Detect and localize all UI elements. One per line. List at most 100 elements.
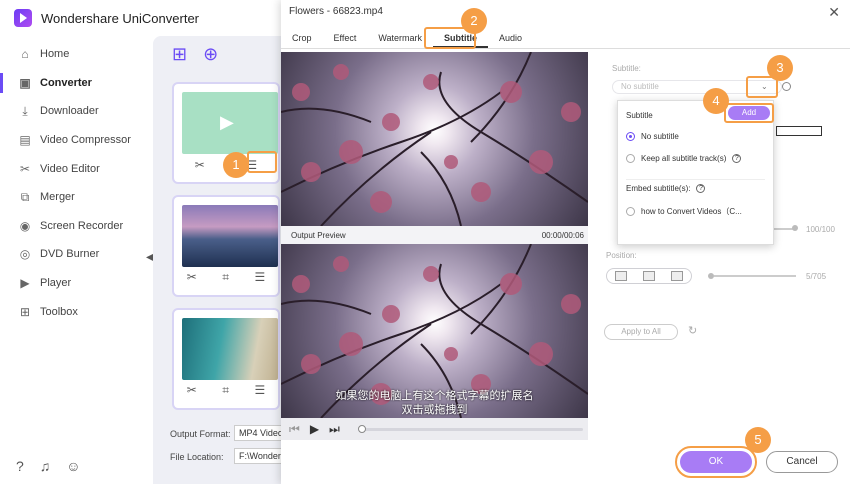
output-format-select[interactable]: MP4 Video [234, 425, 284, 441]
popup-divider [626, 179, 765, 180]
position-slider[interactable] [714, 275, 796, 277]
cherry-blossom-image [281, 52, 588, 226]
radio-icon [626, 154, 635, 163]
recorder-icon: ◉ [19, 218, 31, 233]
sidebar-item-label: Toolbox [40, 305, 78, 318]
option-label: No subtitle [641, 132, 679, 141]
output-preview-label: Output Preview [291, 230, 346, 240]
search-subtitle-icon[interactable] [782, 82, 791, 91]
tab-audio[interactable]: Audio [488, 28, 533, 48]
seek-bar[interactable] [358, 425, 583, 433]
sidebar-item-label: Video Compressor [40, 134, 131, 147]
subtitle-overlay-line1: 如果您的电脑上有这个格式字幕的扩展名 [335, 390, 534, 402]
embed-label: Embed subtitle(s): [626, 184, 691, 193]
sidebar-item-toolbox[interactable]: ⊞ Toolbox [0, 297, 152, 326]
dvd-icon: ◎ [19, 247, 31, 262]
file-location-label: File Location: [170, 452, 224, 462]
video-thumbnail: ▶ [182, 92, 278, 154]
effects-menu-icon[interactable]: ☰ [255, 383, 266, 398]
position-value: 5/705 [806, 272, 827, 281]
refresh-icon[interactable]: ↻ [688, 324, 697, 337]
video-thumbnail [182, 318, 278, 380]
popup-header: Subtitle [626, 111, 653, 120]
step-callout-4: 4 [703, 88, 729, 114]
playback-controls: ⏮ ▶ ⏭ [281, 418, 588, 440]
embed-subtitles-heading: Embed subtitle(s): ? [626, 184, 706, 193]
card-actions: ✂ ⌗ ☰ [174, 270, 278, 285]
opacity-slider-handle[interactable] [792, 225, 798, 231]
downloader-icon: ⤓ [22, 103, 28, 118]
app-titlebar: Wondershare UniConverter [0, 0, 290, 36]
option-subtitle-file[interactable]: how to Convert Videos（C... [626, 206, 742, 217]
tab-crop[interactable]: Crop [281, 28, 323, 48]
effects-menu-icon[interactable]: ☰ [255, 270, 266, 285]
sidebar-item-home[interactable]: ⌂ Home [0, 40, 152, 69]
converter-icon: ▣ [19, 75, 31, 90]
sidebar-item-video-compressor[interactable]: ▤ Video Compressor [0, 126, 152, 155]
app-title: Wondershare UniConverter [41, 10, 199, 26]
file-card[interactable]: ✂ ⌗ ☰ [172, 195, 280, 297]
merger-icon: ⧉ [20, 189, 30, 204]
option-no-subtitle[interactable]: No subtitle [626, 132, 679, 141]
sidebar-item-video-editor[interactable]: ✂ Video Editor [0, 154, 152, 183]
subtitle-overlay-line2: 双击或拖拽到 [401, 404, 468, 416]
sidebar-item-label: Converter [40, 76, 92, 89]
close-icon[interactable]: ✕ [828, 4, 840, 21]
highlight-effects-icon [247, 151, 277, 173]
subtitle-label: Subtitle: [612, 64, 641, 73]
apply-to-all-button[interactable]: Apply to All [604, 324, 678, 340]
bell-icon[interactable]: ♫ [40, 458, 51, 474]
play-icon[interactable]: ▶ [310, 422, 319, 436]
scissors-icon: ✂ [19, 161, 31, 176]
player-icon: ▶ [20, 276, 30, 291]
position-bottom-icon[interactable] [615, 271, 627, 281]
step-callout-2: 2 [461, 8, 487, 34]
file-toolbar: ⊞ ⊕ [172, 44, 218, 65]
radio-icon [626, 207, 635, 216]
trim-scissors-icon[interactable]: ✂ [195, 158, 205, 172]
home-icon: ⌂ [21, 47, 29, 62]
step-callout-5: 5 [745, 427, 771, 453]
sidebar-item-player[interactable]: ▶ Player [0, 269, 152, 298]
option-keep-all[interactable]: Keep all subtitle track(s) ? [626, 154, 742, 163]
sidebar-item-label: Downloader [40, 105, 99, 118]
toolbox-icon: ⊞ [19, 304, 31, 319]
position-middle-icon[interactable] [643, 271, 655, 281]
sidebar-item-label: Home [40, 48, 70, 61]
step-callout-1: 1 [223, 152, 249, 178]
sidebar-item-label: Player [40, 277, 72, 290]
help-icon[interactable]: ? [732, 154, 742, 163]
seek-handle[interactable] [358, 425, 366, 433]
help-icon[interactable]: ? [696, 184, 706, 193]
crop-icon[interactable]: ⌗ [222, 270, 229, 285]
card-actions: ✂ ⌗ ☰ [174, 383, 278, 398]
cancel-button[interactable]: Cancel [766, 451, 838, 473]
file-location-field[interactable]: F:\Wondershare [234, 448, 284, 464]
file-card[interactable]: ✂ ⌗ ☰ [172, 308, 280, 410]
help-icon[interactable]: ? [16, 458, 24, 474]
compressor-icon: ▤ [19, 133, 31, 148]
dialog-tabs: Crop Effect Watermark Subtitle Audio [281, 28, 533, 48]
feedback-icon[interactable]: ☺ [66, 458, 80, 474]
output-preview-bar: Output Preview 00:00/00:06 [281, 226, 588, 244]
radio-selected-icon [626, 132, 635, 141]
crop-icon[interactable]: ⌗ [222, 383, 229, 398]
trim-scissors-icon[interactable]: ✂ [187, 270, 197, 285]
add-file-icon[interactable]: ⊞ [172, 44, 187, 65]
next-frame-icon[interactable]: ⏭ [329, 422, 340, 437]
sidebar-item-screen-recorder[interactable]: ◉ Screen Recorder [0, 212, 152, 241]
add-media-icon[interactable]: ⊕ [203, 44, 218, 65]
sidebar-item-dvd-burner[interactable]: ◎ DVD Burner [0, 240, 152, 269]
prev-frame-icon[interactable]: ⏮ [289, 422, 300, 437]
position-top-icon[interactable] [671, 271, 683, 281]
option-label: Keep all subtitle track(s) [641, 154, 727, 163]
sidebar-item-converter[interactable]: ▣ Converter [0, 69, 152, 98]
sidebar-bottom-icons: ? ♫ ☺ [16, 458, 81, 474]
trim-scissors-icon[interactable]: ✂ [187, 383, 197, 398]
tab-effect[interactable]: Effect [323, 28, 368, 48]
sidebar-item-merger[interactable]: ⧉ Merger [0, 183, 152, 212]
sidebar-item-downloader[interactable]: ⤓ Downloader [0, 97, 152, 126]
app-logo-icon [14, 9, 32, 27]
highlight-ok-button [675, 446, 757, 478]
font-color-swatch[interactable] [776, 126, 822, 136]
